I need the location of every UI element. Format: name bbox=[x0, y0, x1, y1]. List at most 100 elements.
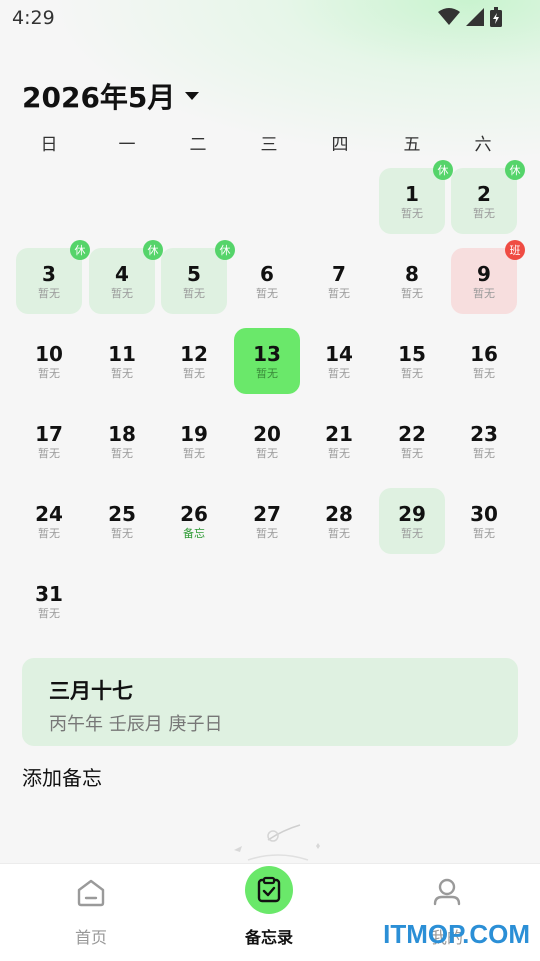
day-status: 暂无 bbox=[401, 286, 423, 300]
day-number: 15 bbox=[398, 341, 426, 366]
calendar-day[interactable]: 8 暂无 bbox=[379, 248, 445, 314]
calendar-day[interactable]: 18 暂无 bbox=[89, 408, 155, 474]
day-number: 6 bbox=[260, 261, 274, 286]
day-status: 暂无 bbox=[183, 446, 205, 460]
add-memo-button[interactable]: 添加备忘 bbox=[22, 762, 102, 791]
day-number: 12 bbox=[180, 341, 208, 366]
calendar-day[interactable]: 30 暂无 bbox=[451, 488, 517, 554]
calendar-day[interactable]: 17 暂无 bbox=[16, 408, 82, 474]
lunar-ganzhi: 丙午年 壬辰月 庚子日 bbox=[49, 714, 223, 735]
home-icon bbox=[77, 879, 105, 907]
day-number: 9 bbox=[477, 261, 491, 286]
calendar-day[interactable]: 21 暂无 bbox=[306, 408, 372, 474]
day-status: 暂无 bbox=[401, 526, 423, 540]
calendar-day[interactable]: 2 暂无 休 bbox=[451, 160, 525, 234]
calendar-day[interactable]: 4 暂无 休 bbox=[89, 240, 163, 314]
day-number: 17 bbox=[35, 421, 63, 446]
work-badge: 班 bbox=[505, 240, 525, 260]
day-status: 暂无 bbox=[328, 366, 350, 380]
day-number: 31 bbox=[35, 581, 63, 606]
day-number: 30 bbox=[470, 501, 498, 526]
day-number: 5 bbox=[187, 261, 201, 286]
day-number: 4 bbox=[115, 261, 129, 286]
day-status: 暂无 bbox=[401, 446, 423, 460]
day-status: 暂无 bbox=[473, 286, 495, 300]
day-status: 暂无 bbox=[111, 286, 133, 300]
day-status: 暂无 bbox=[256, 446, 278, 460]
rest-badge: 休 bbox=[505, 160, 525, 180]
day-status: 暂无 bbox=[183, 366, 205, 380]
day-number: 1 bbox=[405, 181, 419, 206]
watermark: ITMOP.COM bbox=[383, 919, 530, 949]
day-number: 10 bbox=[35, 341, 63, 366]
user-icon bbox=[433, 878, 461, 906]
day-status: 暂无 bbox=[256, 366, 278, 380]
calendar-day[interactable]: 10 暂无 bbox=[16, 328, 82, 394]
day-number: 13 bbox=[253, 341, 281, 366]
calendar-day[interactable]: 16 暂无 bbox=[451, 328, 517, 394]
calendar-day[interactable]: 19 暂无 bbox=[161, 408, 227, 474]
day-status: 暂无 bbox=[111, 446, 133, 460]
day-status: 暂无 bbox=[38, 606, 60, 620]
day-number: 19 bbox=[180, 421, 208, 446]
day-status: 暂无 bbox=[328, 526, 350, 540]
day-number: 22 bbox=[398, 421, 426, 446]
day-status: 暂无 bbox=[38, 526, 60, 540]
calendar-day[interactable]: 3 暂无 休 bbox=[16, 240, 90, 314]
calendar-day[interactable]: 14 暂无 bbox=[306, 328, 372, 394]
lunar-date: 三月十七 bbox=[49, 679, 133, 703]
day-number: 24 bbox=[35, 501, 63, 526]
day-status: 暂无 bbox=[111, 526, 133, 540]
calendar-day[interactable]: 20 暂无 bbox=[234, 408, 300, 474]
calendar-day[interactable]: 23 暂无 bbox=[451, 408, 517, 474]
calendar-day-selected[interactable]: 13 暂无 bbox=[234, 328, 300, 394]
day-number: 25 bbox=[108, 501, 136, 526]
rest-badge: 休 bbox=[433, 160, 453, 180]
day-number: 27 bbox=[253, 501, 281, 526]
calendar-day[interactable]: 29 暂无 bbox=[379, 488, 445, 554]
nav-home[interactable]: 首页 bbox=[21, 864, 161, 961]
day-number: 26 bbox=[180, 501, 208, 526]
day-status: 暂无 bbox=[473, 366, 495, 380]
day-status: 暂无 bbox=[38, 366, 60, 380]
calendar-day[interactable]: 6 暂无 bbox=[234, 248, 300, 314]
day-number: 20 bbox=[253, 421, 281, 446]
calendar-grid: 1 暂无 休 2 暂无 休 3 暂无 休 4 暂无 休 5 暂无 休 6 暂无 … bbox=[0, 0, 540, 660]
rest-badge: 休 bbox=[143, 240, 163, 260]
day-status: 暂无 bbox=[473, 526, 495, 540]
day-status: 暂无 bbox=[183, 286, 205, 300]
nav-memo[interactable]: 备忘录 bbox=[199, 864, 339, 961]
calendar-day[interactable]: 31 暂无 bbox=[16, 568, 82, 634]
calendar-day[interactable]: 9 暂无 班 bbox=[451, 240, 525, 314]
day-memo-indicator: 备忘 bbox=[183, 526, 205, 540]
day-number: 16 bbox=[470, 341, 498, 366]
calendar-day[interactable]: 1 暂无 休 bbox=[379, 160, 453, 234]
nav-memo-icon-bg bbox=[245, 866, 293, 914]
calendar-day[interactable]: 7 暂无 bbox=[306, 248, 372, 314]
calendar-day[interactable]: 5 暂无 休 bbox=[161, 240, 235, 314]
day-status: 暂无 bbox=[111, 366, 133, 380]
day-status: 暂无 bbox=[256, 286, 278, 300]
day-status: 暂无 bbox=[328, 286, 350, 300]
calendar-day[interactable]: 15 暂无 bbox=[379, 328, 445, 394]
day-number: 7 bbox=[332, 261, 346, 286]
lunar-info-card: 三月十七 丙午年 壬辰月 庚子日 bbox=[22, 658, 518, 746]
calendar-day[interactable]: 25 暂无 bbox=[89, 488, 155, 554]
day-status: 暂无 bbox=[256, 526, 278, 540]
calendar-day[interactable]: 22 暂无 bbox=[379, 408, 445, 474]
empty-state-illustration bbox=[234, 824, 320, 861]
calendar-day[interactable]: 12 暂无 bbox=[161, 328, 227, 394]
calendar-day[interactable]: 11 暂无 bbox=[89, 328, 155, 394]
calendar-day[interactable]: 28 暂无 bbox=[306, 488, 372, 554]
nav-memo-label: 备忘录 bbox=[244, 928, 293, 947]
calendar-day[interactable]: 26 备忘 bbox=[161, 488, 227, 554]
day-status: 暂无 bbox=[38, 286, 60, 300]
calendar-day[interactable]: 27 暂无 bbox=[234, 488, 300, 554]
calendar-day[interactable]: 24 暂无 bbox=[16, 488, 82, 554]
rest-badge: 休 bbox=[215, 240, 235, 260]
day-status: 暂无 bbox=[473, 446, 495, 460]
day-number: 21 bbox=[325, 421, 353, 446]
day-number: 8 bbox=[405, 261, 419, 286]
nav-home-label: 首页 bbox=[74, 928, 107, 947]
clipboard-check-icon bbox=[257, 876, 281, 903]
